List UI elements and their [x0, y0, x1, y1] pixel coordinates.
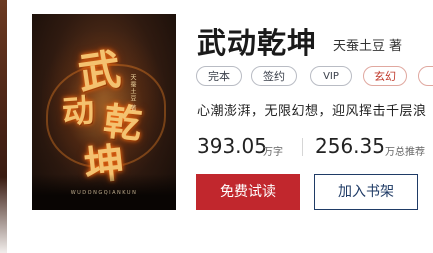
recommend-value: 256.35	[315, 134, 385, 158]
tag-vip[interactable]: VIP	[310, 66, 352, 86]
book-title[interactable]: 武动乾坤	[197, 20, 317, 62]
add-to-bookshelf-button[interactable]: 加入书架	[314, 174, 418, 210]
left-edge-image	[0, 0, 7, 253]
author-role: 著	[389, 39, 403, 54]
tag-list: 完本 签约 VIP 玄幻 玄	[196, 66, 433, 88]
stats-divider	[302, 138, 303, 156]
cover-author-vertical: 天蚕土豆 著	[129, 74, 136, 112]
tag-contract[interactable]: 签约	[251, 66, 297, 86]
book-cover[interactable]: 武 动 乾 坤 天蚕土豆 著 WUDONGQIANKUN	[32, 14, 176, 210]
tag-genre[interactable]: 玄幻	[363, 66, 407, 86]
free-read-button[interactable]: 免费试读	[196, 174, 300, 210]
tag-subgenre[interactable]: 玄	[418, 66, 433, 86]
recommend-unit: 万总推荐	[385, 147, 425, 158]
book-intro: 心潮澎湃，无限幻想，迎风挥击千层浪	[197, 104, 427, 119]
author-name[interactable]: 天蚕土豆	[333, 39, 385, 54]
cover-pinyin: WUDONGQIANKUN	[70, 190, 138, 196]
tag-status[interactable]: 完本	[196, 66, 242, 86]
cover-title-char: 动	[60, 90, 96, 132]
book-stats: 393.05 万字 256.35 万总推荐	[197, 134, 433, 164]
word-count-value: 393.05	[197, 134, 267, 158]
book-author: 天蚕土豆著	[333, 35, 402, 54]
word-count-unit: 万字	[263, 147, 283, 158]
